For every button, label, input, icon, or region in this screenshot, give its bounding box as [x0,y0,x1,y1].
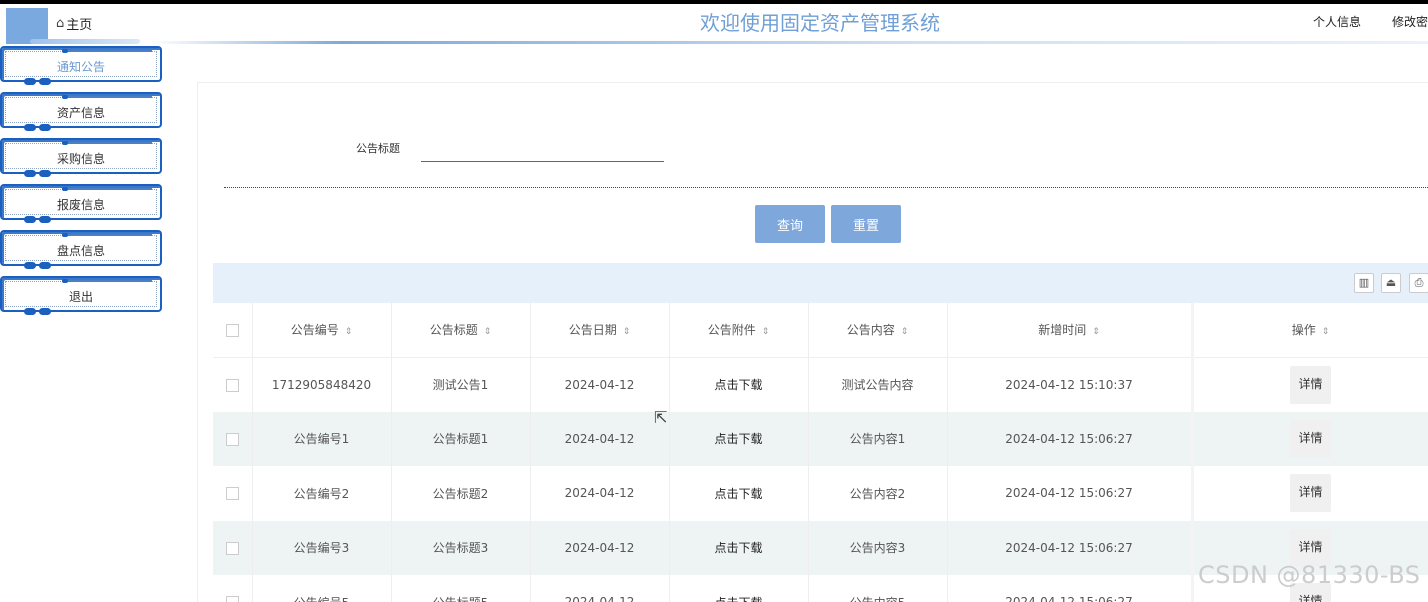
sidebar-item-inventory[interactable]: 盘点信息 [0,230,162,269]
sidebar-item-label: 盘点信息 [56,244,105,258]
watermark: CSDN @81330-BS [1198,561,1421,589]
print-icon[interactable]: ⎙ [1409,273,1428,293]
sidebar-item-assets[interactable]: 资产信息 [0,92,162,131]
download-link[interactable]: 点击下载 [669,520,809,575]
sort-icon[interactable]: ⇕ [762,327,770,337]
select-all-checkbox[interactable] [225,323,239,337]
table-toolbar: ▥ ⏏ ⎙ [213,263,1428,303]
cell-content: 公告内容3 [808,520,948,575]
app-title: 欢迎使用固定资产管理系统 [700,11,940,35]
cell-title: 公告标题1 [391,411,531,466]
detail-button[interactable]: 详情 [1290,474,1331,513]
sort-icon[interactable]: ⇕ [484,327,492,337]
change-password-link[interactable]: 修改密 [1392,13,1428,30]
cell-created: 2024-04-12 15:06:27 [947,466,1193,521]
export-icon[interactable]: ⏏ [1381,273,1401,293]
query-button[interactable]: 查询 [755,205,825,243]
column-header[interactable]: 新增时间 ⇕ [947,303,1193,358]
sort-icon[interactable]: ⇕ [345,327,353,337]
sidebar-item-label: 资产信息 [56,106,105,120]
select-all-cell [213,303,253,358]
cell-id: 公告编号2 [252,466,392,521]
cell-title: 公告标题5 [391,575,531,602]
cell-date: 2024-04-12 [530,411,670,466]
profile-link[interactable]: 个人信息 [1313,13,1361,30]
download-link[interactable]: 点击下载 [669,466,809,521]
cell-content: 公告内容1 [808,411,948,466]
sort-icon[interactable]: ⇕ [1322,327,1330,337]
sidebar-item-notice[interactable]: 通知公告 [0,46,162,85]
cell-id: 公告编号3 [252,520,392,575]
row-checkbox[interactable] [225,596,239,602]
sidebar-item-label: 报废信息 [56,198,105,212]
table-row: 公告编号2 公告标题2 2024-04-12 点击下载 公告内容2 2024-0… [213,466,1428,521]
row-checkbox[interactable] [225,487,239,501]
column-header[interactable]: 公告日期 ⇕ [530,303,670,358]
cell-content: 公告内容2 [808,466,948,521]
column-header[interactable]: 公告附件 ⇕ [669,303,809,358]
sort-icon[interactable]: ⇕ [1092,327,1100,337]
sidebar-item-purchase[interactable]: 采购信息 [0,138,162,177]
cell-id: 公告编号5 [252,575,392,602]
columns-icon[interactable]: ▥ [1354,273,1374,293]
table-header-row: 公告编号 ⇕ 公告标题 ⇕ 公告日期 ⇕ 公告附件 ⇕ 公告内容 ⇕ 新增时间 ⇕ 操作 ⇕ [213,303,1428,358]
home-label: 主页 [66,18,93,33]
column-header[interactable]: 公告标题 ⇕ [391,303,531,358]
column-header[interactable]: 公告内容 ⇕ [808,303,948,358]
header-underline [150,41,1428,44]
download-link[interactable]: 点击下载 [669,575,809,602]
sidebar-item-logout[interactable]: 退出 [0,276,162,315]
cell-date: 2024-04-12 [530,520,670,575]
detail-button[interactable]: 详情 [1290,365,1331,404]
row-checkbox[interactable] [225,432,239,446]
row-checkbox[interactable] [225,541,239,555]
search-title-input[interactable] [421,136,664,162]
cell-created: 2024-04-12 15:10:37 [947,357,1193,412]
detail-button[interactable]: 详情 [1290,419,1331,458]
reset-button[interactable]: 重置 [831,205,901,243]
cell-content: 公告内容5 [808,575,948,602]
home-sweep-decoration [30,39,140,44]
search-title-label: 公告标题 [356,142,400,155]
sidebar-item-label: 通知公告 [56,60,105,74]
download-link[interactable]: 点击下载 [669,357,809,412]
cell-created: 2024-04-12 15:06:27 [947,411,1193,466]
divider [224,187,1428,188]
cell-created: 2024-04-12 15:06:27 [947,520,1193,575]
row-checkbox[interactable] [225,378,239,392]
cell-content: 测试公告内容 [808,357,948,412]
home-block: ⌂ 主页 [0,4,152,44]
home-icon: ⌂ [56,16,65,31]
cell-id: 1712905848420 [252,357,392,412]
sort-icon[interactable]: ⇕ [623,327,631,337]
cell-id: 公告编号1 [252,411,392,466]
sidebar-item-label: 采购信息 [56,152,105,166]
mouse-cursor-icon: ⇱ [654,408,668,427]
cell-title: 公告标题3 [391,520,531,575]
cell-date: 2024-04-12 [530,357,670,412]
cell-date: 2024-04-12 [530,466,670,521]
cell-created: 2024-04-12 15:06:27 [947,575,1193,602]
cell-title: 测试公告1 [391,357,531,412]
home-link[interactable]: ⌂ 主页 [56,14,92,33]
column-header[interactable]: 公告编号 ⇕ [252,303,392,358]
cell-title: 公告标题2 [391,466,531,521]
table-row: 公告编号1 公告标题1 2024-04-12 点击下载 公告内容1 2024-0… [213,411,1428,466]
sidebar-item-scrap[interactable]: 报废信息 [0,184,162,223]
column-header[interactable]: 操作 ⇕ [1190,303,1428,358]
cell-date: 2024-04-12 [530,575,670,602]
download-link[interactable]: 点击下载 [669,411,809,466]
table-row: 1712905848420 测试公告1 2024-04-12 点击下载 测试公告… [213,357,1428,412]
notice-table: 公告编号 ⇕ 公告标题 ⇕ 公告日期 ⇕ 公告附件 ⇕ 公告内容 ⇕ 新增时间 ⇕ 操作 ⇕ … [213,303,1428,602]
sidebar-item-label: 退出 [68,290,93,304]
sort-icon[interactable]: ⇕ [901,327,909,337]
